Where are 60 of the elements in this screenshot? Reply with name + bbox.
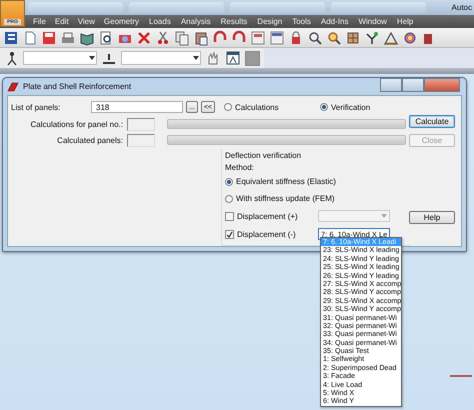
table-icon[interactable] [269,30,285,46]
drafting-icon[interactable] [383,30,399,46]
checkbox[interactable] [225,212,234,220]
radio-button[interactable] [320,103,328,111]
color-swatch[interactable] [245,50,260,66]
branch-icon[interactable] [364,30,380,46]
checkbox-label: Displacement (-) [237,230,296,238]
menu-item[interactable]: Tools [292,17,311,26]
menu-item[interactable]: File [33,17,46,26]
field-label: Method: [225,162,254,172]
readout-field [127,134,155,146]
input-field[interactable]: 318 [91,101,183,113]
radio-button[interactable] [225,194,233,202]
properties-icon[interactable] [3,30,19,46]
zoom-icon[interactable] [307,30,323,46]
radio-label: Calculations [235,102,279,112]
menu-item[interactable]: Analysis [180,17,211,26]
menu-item[interactable]: Edit [54,17,69,26]
delete-icon[interactable] [136,30,152,46]
radio-button[interactable] [225,178,233,186]
readout-field [127,118,155,130]
field-label: Calculated panels: [56,136,123,144]
window-icon[interactable] [225,50,241,66]
group-title: Deflection verification [225,150,302,160]
menu-item[interactable]: View [78,17,95,26]
check-icon [226,230,233,238]
dropdown-arrow-icon [88,55,96,61]
dropdown-arrow-icon [192,55,200,61]
radio-label: Verification [331,102,370,112]
radio-label: Equivalent stiffness (Elastic) [236,177,336,186]
app-title: Autoc [452,3,473,12]
scissors-icon[interactable] [155,30,171,46]
menu-item[interactable]: Add-Ins [320,17,348,26]
save-icon[interactable] [41,30,57,46]
figure-icon[interactable] [5,50,19,66]
menu-item[interactable]: Results [220,17,248,26]
field-label: Calculations for panel no.: [30,120,123,128]
menu-item[interactable]: Design [257,17,282,26]
field-label: List of panels: [11,102,62,112]
menu-item[interactable]: Loads [149,17,171,26]
menu-item[interactable]: Window [358,17,387,26]
menu-item[interactable]: Help [396,17,414,26]
dialog-button[interactable]: Calculate [409,115,455,128]
structure-icon[interactable] [345,30,361,46]
copy-icon[interactable] [174,30,190,46]
menu-item[interactable]: Geometry [104,17,140,26]
dialog-icon [7,82,19,92]
minimize-button[interactable] [380,78,402,92]
print-icon[interactable] [60,30,76,46]
radio-button[interactable] [224,103,232,111]
paste-icon[interactable] [193,30,209,46]
dialog-title: Plate and Shell Reinforcement [23,82,132,91]
radio-label: With stiffness update (FEM) [236,194,335,203]
zoom-icon[interactable] [326,30,342,46]
line-mark [450,374,472,378]
checkbox-label: Displacement (+) [237,212,298,220]
dropdown-arrow-icon [381,214,387,218]
checkbox[interactable] [225,230,234,238]
dialog-button[interactable]: Help [409,211,455,224]
maximize-button[interactable] [402,78,424,92]
